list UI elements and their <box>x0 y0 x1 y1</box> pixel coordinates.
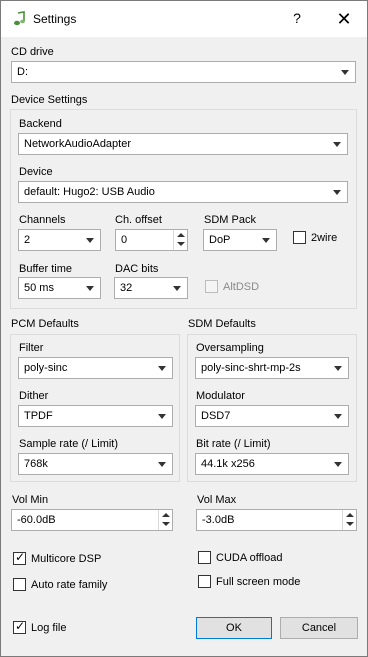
spin-buttons[interactable] <box>158 510 172 530</box>
oversampling-select[interactable]: poly-sinc-shrt-mp-2s <box>195 357 349 379</box>
multicore-dsp-checkbox[interactable] <box>13 550 26 565</box>
modulator-value: DSD7 <box>201 410 231 422</box>
spin-buttons[interactable] <box>173 230 187 250</box>
spin-down-icon[interactable] <box>162 522 170 526</box>
sdm-pack-value: DoP <box>209 234 231 246</box>
channels-select[interactable]: 2 <box>18 229 101 251</box>
sample-rate-select[interactable]: 768k <box>18 453 173 475</box>
spin-down-icon[interactable] <box>177 242 185 246</box>
filter-label: Filter <box>19 342 44 354</box>
buffer-time-value: 50 ms <box>24 282 54 294</box>
auto-rate-family-checkbox[interactable] <box>13 578 26 591</box>
chevron-down-icon <box>262 238 270 243</box>
dither-value: TPDF <box>24 410 53 422</box>
full-screen-mode-checkbox[interactable] <box>198 575 211 588</box>
two-wire-label: 2wire <box>311 232 338 244</box>
device-select[interactable]: default: Hugo2: USB Audio <box>18 181 348 203</box>
ch-offset-spinbox[interactable]: 0 <box>115 229 188 251</box>
dither-select[interactable]: TPDF <box>18 405 173 427</box>
device-label: Device <box>19 166 53 178</box>
log-file-checkbox[interactable] <box>13 619 26 634</box>
chevron-down-icon <box>334 366 342 371</box>
sample-rate-value: 768k <box>24 458 48 470</box>
cd-drive-select[interactable]: D: <box>11 61 356 83</box>
chevron-down-icon <box>158 414 166 419</box>
vol-max-value: -3.0dB <box>202 514 235 526</box>
chevron-down-icon <box>86 286 94 291</box>
cd-drive-value: D: <box>17 66 28 78</box>
sample-rate-label: Sample rate (/ Limit) <box>19 438 119 450</box>
title-bar: Settings ? ✕ <box>1 1 367 37</box>
spin-buttons[interactable] <box>342 510 356 530</box>
ok-button[interactable]: OK <box>196 617 272 639</box>
cancel-button[interactable]: Cancel <box>280 617 358 639</box>
channels-value: 2 <box>24 234 31 246</box>
dac-bits-value: 32 <box>120 282 133 294</box>
device-value: default: Hugo2: USB Audio <box>24 186 155 198</box>
window-title: Settings <box>33 12 77 26</box>
spin-up-icon[interactable] <box>346 513 354 517</box>
cuda-offload-label: CUDA offload <box>216 552 283 564</box>
vol-min-label: Vol Min <box>12 494 49 506</box>
chevron-down-icon <box>158 366 166 371</box>
help-button[interactable]: ? <box>283 10 311 30</box>
device-settings-title: Device Settings <box>11 94 88 106</box>
ch-offset-label: Ch. offset <box>115 214 162 226</box>
chevron-down-icon <box>341 70 349 75</box>
ch-offset-value: 0 <box>121 234 128 246</box>
altdsd-label: AltDSD <box>223 281 260 293</box>
filter-select[interactable]: poly-sinc <box>18 357 173 379</box>
two-wire-checkbox[interactable] <box>293 231 306 244</box>
full-screen-mode-label: Full screen mode <box>216 576 301 588</box>
pcm-defaults-title: PCM Defaults <box>11 318 79 330</box>
cd-drive-label: CD drive <box>11 46 54 58</box>
vol-max-label: Vol Max <box>197 494 237 506</box>
music-note-icon <box>14 11 25 26</box>
bit-rate-label: Bit rate (/ Limit) <box>196 438 271 450</box>
bit-rate-value: 44.1k x256 <box>201 458 255 470</box>
vol-max-spinbox[interactable]: -3.0dB <box>196 509 357 531</box>
oversampling-value: poly-sinc-shrt-mp-2s <box>201 362 301 374</box>
backend-select[interactable]: NetworkAudioAdapter <box>18 133 348 155</box>
altdsd-checkbox[interactable] <box>205 280 218 293</box>
spin-up-icon[interactable] <box>177 233 185 237</box>
dither-label: Dither <box>19 390 49 402</box>
spin-up-icon[interactable] <box>162 513 170 517</box>
auto-rate-family-label: Auto rate family <box>31 579 108 591</box>
chevron-down-icon <box>334 462 342 467</box>
log-file-label: Log file <box>31 622 67 634</box>
close-button[interactable]: ✕ <box>329 7 359 31</box>
modulator-select[interactable]: DSD7 <box>195 405 349 427</box>
cuda-offload-checkbox[interactable] <box>198 551 211 564</box>
filter-value: poly-sinc <box>24 362 68 374</box>
backend-value: NetworkAudioAdapter <box>24 138 132 150</box>
buffer-time-select[interactable]: 50 ms <box>18 277 101 299</box>
dac-bits-label: DAC bits <box>115 263 159 275</box>
chevron-down-icon <box>333 142 341 147</box>
vol-min-value: -60.0dB <box>17 514 56 526</box>
settings-dialog: Settings ? ✕ CD drive D: Device Settings… <box>0 0 368 657</box>
chevron-down-icon <box>173 286 181 291</box>
buffer-time-label: Buffer time <box>19 263 72 275</box>
channels-label: Channels <box>19 214 66 226</box>
multicore-dsp-label: Multicore DSP <box>31 553 102 565</box>
oversampling-label: Oversampling <box>196 342 264 354</box>
sdm-defaults-title: SDM Defaults <box>188 318 256 330</box>
bit-rate-select[interactable]: 44.1k x256 <box>195 453 349 475</box>
chevron-down-icon <box>333 190 341 195</box>
chevron-down-icon <box>334 414 342 419</box>
chevron-down-icon <box>158 462 166 467</box>
dac-bits-select[interactable]: 32 <box>114 277 188 299</box>
vol-min-spinbox[interactable]: -60.0dB <box>11 509 173 531</box>
backend-label: Backend <box>19 118 62 130</box>
sdm-pack-label: SDM Pack <box>204 214 256 226</box>
chevron-down-icon <box>86 238 94 243</box>
sdm-pack-select[interactable]: DoP <box>203 229 277 251</box>
modulator-label: Modulator <box>196 390 245 402</box>
spin-down-icon[interactable] <box>346 522 354 526</box>
